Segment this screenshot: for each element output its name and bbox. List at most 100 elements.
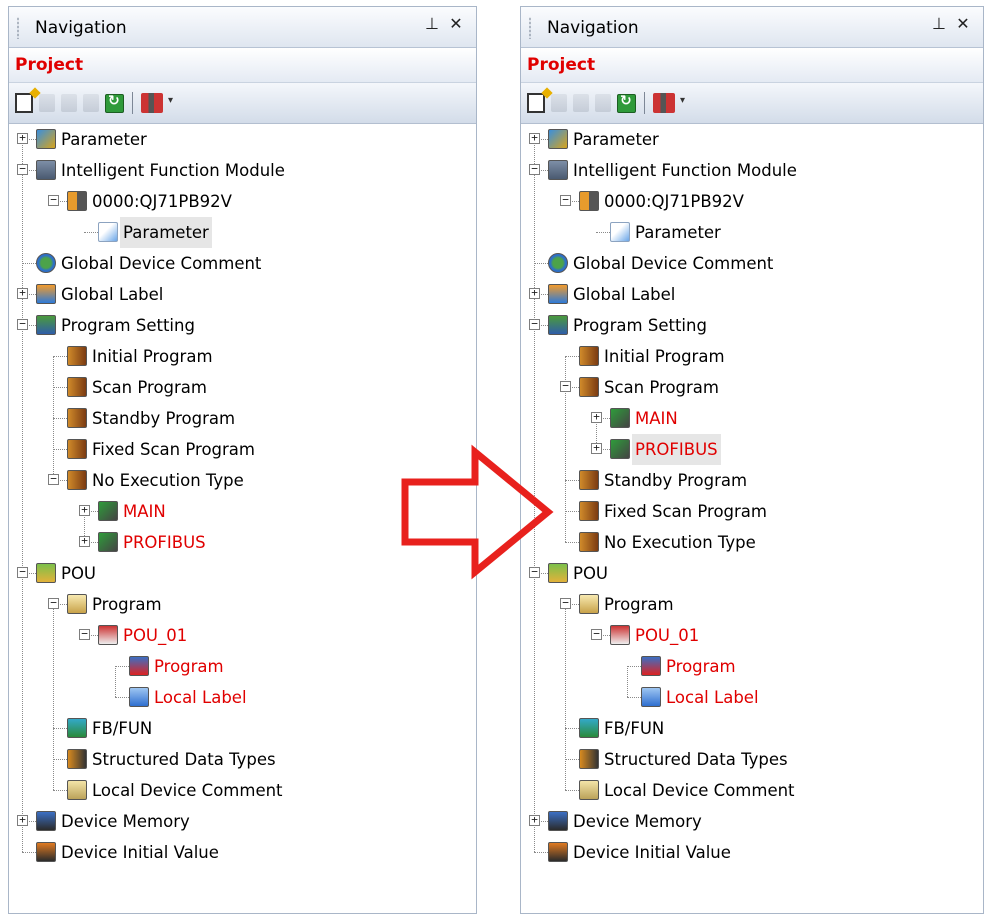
tree-item[interactable]: Standby Program (521, 465, 983, 496)
tree-connector (53, 790, 67, 791)
tree-item[interactable]: + Parameter (521, 124, 983, 155)
collapse-icon[interactable]: − (79, 628, 90, 640)
tree-item[interactable]: Initial Program (9, 341, 476, 372)
pin-icon[interactable]: ⊥ (422, 14, 442, 33)
tree-item[interactable]: − Program Setting (9, 310, 476, 341)
tree-item[interactable]: Local Label (9, 682, 476, 713)
tree-item[interactable]: − Program (521, 589, 983, 620)
tree-item-label: POU_01 (123, 626, 188, 645)
collapse-icon[interactable]: − (17, 163, 28, 175)
close-icon[interactable]: ✕ (446, 14, 466, 33)
tree-item-label: No Execution Type (604, 533, 756, 552)
tree-item[interactable]: Local Label (521, 682, 983, 713)
tree-item[interactable]: + Parameter (9, 124, 476, 155)
collapse-icon[interactable]: − (560, 194, 571, 206)
tree-item[interactable]: + MAIN (9, 496, 476, 527)
tree-item[interactable]: Fixed Scan Program (9, 434, 476, 465)
tree-item[interactable]: − POU (9, 558, 476, 589)
tree-item[interactable]: Structured Data Types (521, 744, 983, 775)
new-item-icon[interactable] (527, 93, 545, 113)
tree-item[interactable]: Fixed Scan Program (521, 496, 983, 527)
tree-item[interactable]: FB/FUN (521, 713, 983, 744)
tree-item[interactable]: − Intelligent Function Module (521, 155, 983, 186)
expand-icon[interactable]: + (17, 132, 28, 144)
tree-item[interactable]: − Program (9, 589, 476, 620)
tree-connector (53, 418, 67, 419)
tree-item[interactable]: − POU_01 (9, 620, 476, 651)
pin-icon[interactable]: ⊥ (929, 14, 949, 33)
collapse-icon[interactable]: − (529, 163, 540, 175)
pou-item-icon (610, 625, 630, 645)
tree-item[interactable]: Global Device Comment (521, 248, 983, 279)
collapse-icon[interactable]: − (17, 566, 28, 578)
module-unit-icon (67, 191, 87, 211)
module-icon (36, 160, 56, 180)
tree-item[interactable]: − No Execution Type (9, 465, 476, 496)
tree-item-label: Global Device Comment (573, 254, 774, 273)
tree-item[interactable]: Program (9, 651, 476, 682)
tree-item[interactable]: Structured Data Types (9, 744, 476, 775)
close-icon[interactable]: ✕ (953, 14, 973, 33)
expand-icon[interactable]: + (17, 287, 28, 299)
tree-item[interactable]: Local Device Comment (9, 775, 476, 806)
expand-icon[interactable]: + (529, 814, 540, 826)
collapse-icon[interactable]: − (591, 628, 602, 640)
collapse-icon[interactable]: − (17, 318, 28, 330)
tree-item[interactable]: − Scan Program (521, 372, 983, 403)
tree-item[interactable]: Parameter (521, 217, 983, 248)
expand-icon[interactable]: + (529, 287, 540, 299)
tree-item[interactable]: Parameter (9, 217, 476, 248)
drag-grip-icon[interactable] (17, 17, 19, 39)
fb-fun-icon (67, 718, 87, 738)
module-unit-icon (579, 191, 599, 211)
expand-icon[interactable]: + (17, 814, 28, 826)
tree-item[interactable]: FB/FUN (9, 713, 476, 744)
expand-icon[interactable]: + (529, 132, 540, 144)
tree-item[interactable]: Initial Program (521, 341, 983, 372)
tree-item[interactable]: + PROFIBUS (521, 434, 983, 465)
expand-icon[interactable]: + (591, 442, 602, 454)
tree-item[interactable]: Scan Program (9, 372, 476, 403)
tree-item[interactable]: − 0000:QJ71PB92V (9, 186, 476, 217)
tree-item[interactable]: Device Initial Value (521, 837, 983, 868)
refresh-icon[interactable] (105, 93, 124, 113)
tree-item[interactable]: − Program Setting (521, 310, 983, 341)
tree-item[interactable]: − POU (521, 558, 983, 589)
program-body-icon (129, 656, 149, 676)
tree-item[interactable]: + Device Memory (9, 806, 476, 837)
collapse-icon[interactable]: − (529, 566, 540, 578)
tool-dropdown-icon[interactable] (141, 93, 173, 113)
panel-title: Navigation (35, 18, 127, 38)
collapse-icon[interactable]: − (48, 473, 59, 485)
collapse-icon[interactable]: − (560, 597, 571, 609)
collapse-icon[interactable]: − (48, 597, 59, 609)
project-header[interactable]: Project (9, 48, 476, 83)
expand-icon[interactable]: + (79, 535, 90, 547)
tree-item[interactable]: + Global Label (9, 279, 476, 310)
expand-icon[interactable]: + (79, 504, 90, 516)
tree-item[interactable]: + Global Label (521, 279, 983, 310)
tree-item[interactable]: + MAIN (521, 403, 983, 434)
tree-item-label: POU_01 (635, 626, 700, 645)
tree-item[interactable]: Local Device Comment (521, 775, 983, 806)
tree-item[interactable]: Program (521, 651, 983, 682)
tree-item[interactable]: Global Device Comment (9, 248, 476, 279)
collapse-icon[interactable]: − (48, 194, 59, 206)
new-item-icon[interactable] (15, 93, 33, 113)
refresh-icon[interactable] (617, 93, 636, 113)
tree-item[interactable]: + PROFIBUS (9, 527, 476, 558)
drag-grip-icon[interactable] (529, 17, 531, 39)
tree-item[interactable]: − 0000:QJ71PB92V (521, 186, 983, 217)
expand-icon[interactable]: + (591, 411, 602, 423)
tree-item[interactable]: + Device Memory (521, 806, 983, 837)
program-type-icon (579, 501, 599, 521)
tree-item[interactable]: − POU_01 (521, 620, 983, 651)
collapse-icon[interactable]: − (529, 318, 540, 330)
project-header[interactable]: Project (521, 48, 983, 83)
collapse-icon[interactable]: − (560, 380, 571, 392)
tool-dropdown-icon[interactable] (653, 93, 685, 113)
tree-item[interactable]: Device Initial Value (9, 837, 476, 868)
tree-item[interactable]: − Intelligent Function Module (9, 155, 476, 186)
tree-item[interactable]: No Execution Type (521, 527, 983, 558)
tree-item[interactable]: Standby Program (9, 403, 476, 434)
